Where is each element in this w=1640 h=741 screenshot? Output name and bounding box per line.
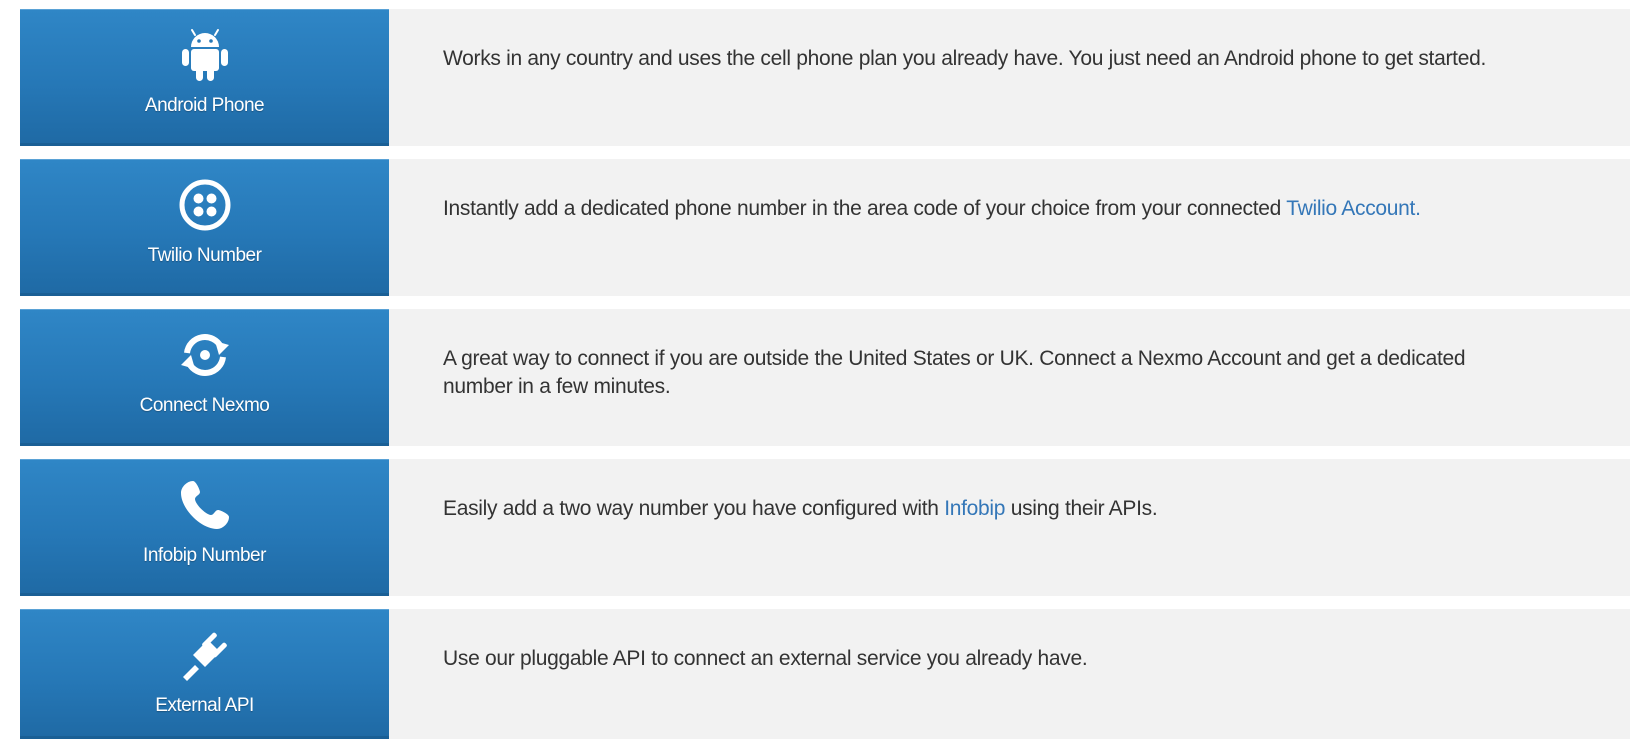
connect-nexmo-label: Connect Nexmo	[139, 395, 270, 416]
infobip-link[interactable]: Infobip	[944, 497, 1005, 520]
option-row-twilio: Twilio Number Instantly add a dedicated …	[20, 159, 1630, 296]
phone-icon	[175, 475, 235, 535]
external-api-button[interactable]: External API	[20, 609, 389, 739]
twilio-account-link[interactable]: Twilio Account.	[1286, 197, 1421, 220]
twilio-number-description: Instantly add a dedicated phone number i…	[389, 159, 1630, 296]
infobip-number-label: Infobip Number	[143, 545, 266, 566]
infobip-number-button[interactable]: Infobip Number	[20, 459, 389, 596]
external-api-label: External API	[155, 695, 254, 716]
android-icon	[175, 25, 235, 85]
option-row-android: Android Phone Works in any country and u…	[20, 9, 1630, 146]
refresh-icon	[175, 325, 235, 385]
option-row-external-api: External API Use our pluggable API to co…	[20, 609, 1630, 739]
connect-nexmo-description: A great way to connect if you are outsid…	[389, 309, 1630, 446]
infobip-number-description: Easily add a two way number you have con…	[389, 459, 1630, 596]
android-phone-description: Works in any country and uses the cell p…	[389, 9, 1630, 146]
option-row-infobip: Infobip Number Easily add a two way numb…	[20, 459, 1630, 596]
twilio-icon	[175, 175, 235, 235]
plug-icon	[175, 625, 235, 685]
twilio-number-label: Twilio Number	[147, 245, 262, 266]
external-api-description: Use our pluggable API to connect an exte…	[389, 609, 1630, 739]
android-phone-button[interactable]: Android Phone	[20, 9, 389, 146]
connect-nexmo-button[interactable]: Connect Nexmo	[20, 309, 389, 446]
android-phone-label: Android Phone	[144, 95, 265, 116]
option-row-nexmo: Connect Nexmo A great way to connect if …	[20, 309, 1630, 446]
twilio-number-button[interactable]: Twilio Number	[20, 159, 389, 296]
connection-options-list: Android Phone Works in any country and u…	[20, 9, 1630, 739]
